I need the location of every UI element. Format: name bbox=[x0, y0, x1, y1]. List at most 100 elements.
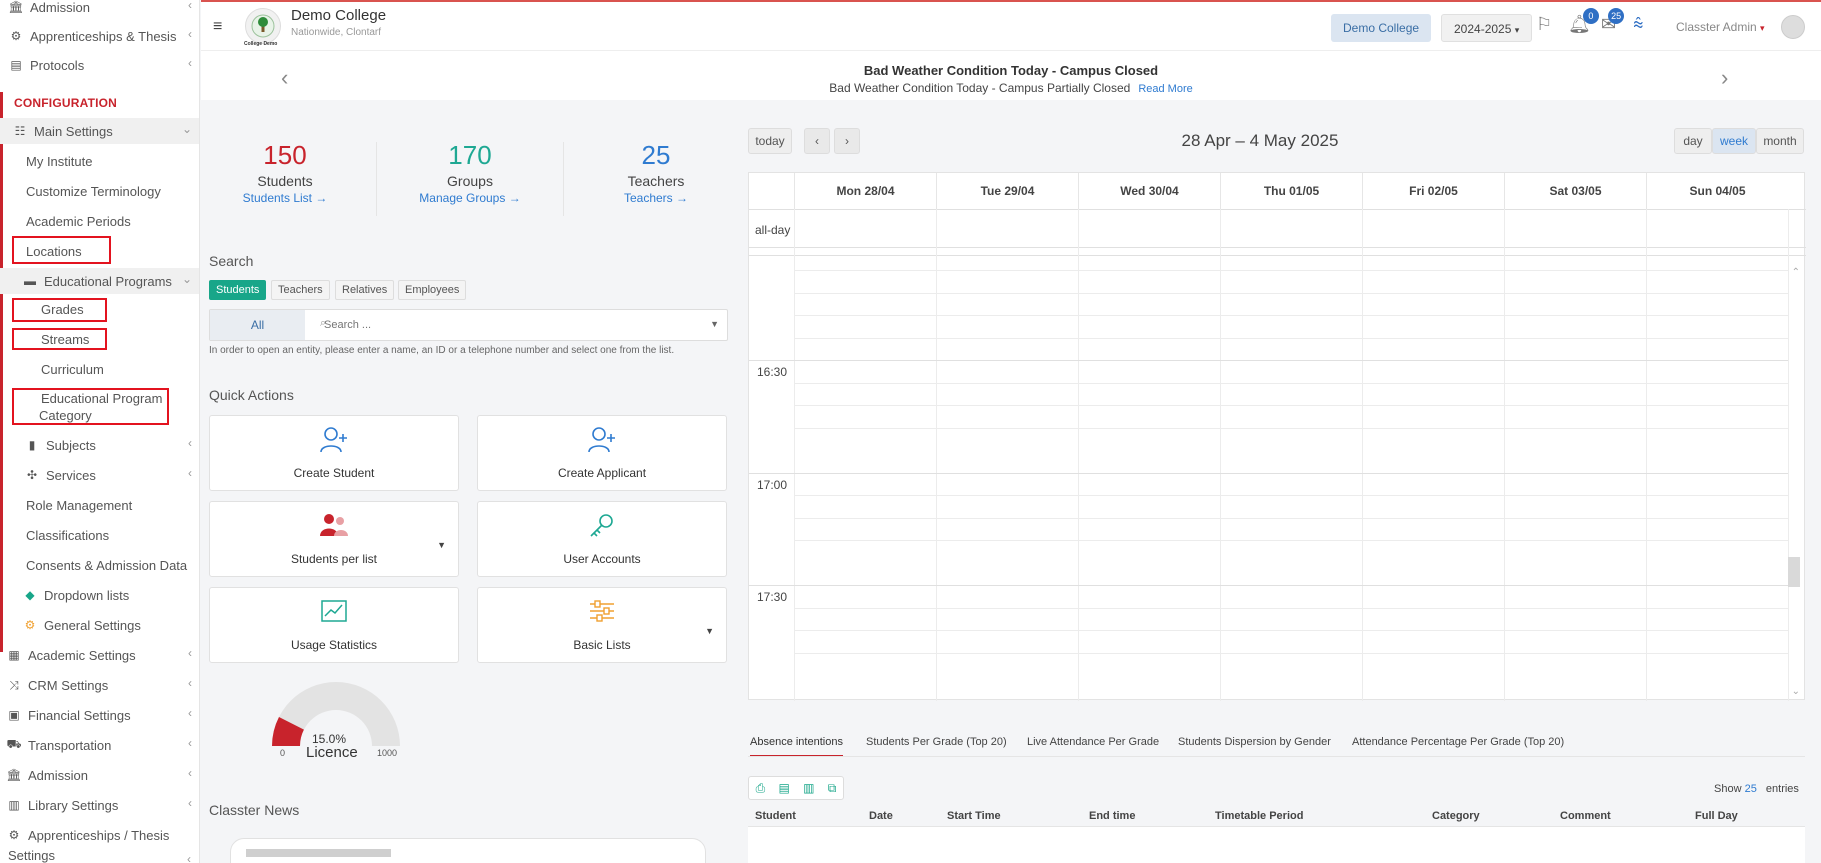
create-applicant-button[interactable]: Create Applicant bbox=[477, 415, 727, 491]
tab-attendance-percentage[interactable]: Attendance Percentage Per Grade (Top 20) bbox=[1352, 736, 1564, 748]
calendar-scrollbar[interactable] bbox=[1788, 557, 1800, 587]
time-label: 17:00 bbox=[757, 478, 788, 492]
tab-students-per-grade[interactable]: Students Per Grade (Top 20) bbox=[866, 736, 1007, 748]
students-per-list-button[interactable]: Students per list ▼ bbox=[209, 501, 459, 577]
excel-icon[interactable]: ▤ bbox=[779, 781, 790, 795]
flag-icon[interactable]: ⚐ bbox=[1536, 14, 1552, 35]
read-more-link[interactable]: Read More bbox=[1138, 83, 1192, 95]
calendar-view-week[interactable]: week bbox=[1712, 128, 1756, 154]
highlight-streams bbox=[12, 328, 107, 350]
sidebar-item-consents-admission[interactable]: Consents & Admission Data bbox=[0, 552, 199, 578]
chevron-right-icon[interactable]: › bbox=[1721, 65, 1728, 91]
table-header-timetable-period[interactable]: Timetable Period bbox=[1215, 810, 1303, 822]
calendar-day-header[interactable]: Mon 28/04 bbox=[794, 173, 936, 209]
user-accounts-button[interactable]: User Accounts bbox=[477, 501, 727, 577]
table-header-full-day[interactable]: Full Day bbox=[1695, 810, 1738, 822]
search-tab-teachers[interactable]: Teachers bbox=[271, 280, 330, 300]
print-icon[interactable]: ⎙ bbox=[756, 781, 766, 796]
user-menu[interactable]: Classter Admin ▾ bbox=[1676, 20, 1765, 34]
caret-down-icon: ▾ bbox=[1760, 23, 1765, 33]
sidebar-item-apprenticeships-thesis[interactable]: ⚙ Apprenticeships & Thesis ‹ bbox=[0, 23, 199, 49]
tab-students-dispersion[interactable]: Students Dispersion by Gender bbox=[1178, 736, 1331, 748]
table-header-start-time[interactable]: Start Time bbox=[947, 810, 1001, 822]
search-tab-students[interactable]: Students bbox=[209, 280, 267, 300]
table-header-category[interactable]: Category bbox=[1432, 810, 1480, 822]
sidebar-item-protocols[interactable]: ▤ Protocols ‹ bbox=[0, 52, 199, 78]
sidebar-item-academic-periods[interactable]: Academic Periods bbox=[0, 208, 199, 234]
sidebar-item-academic-settings[interactable]: ▦ Academic Settings ‹ bbox=[0, 642, 199, 668]
hamburger-menu-icon[interactable]: ≡ bbox=[213, 18, 222, 36]
avatar[interactable] bbox=[1781, 15, 1805, 39]
bell-icon[interactable]: 🔔︎ 0 bbox=[1568, 8, 1599, 35]
sidebar-item-classifications[interactable]: Classifications bbox=[0, 522, 199, 548]
calendar-slot-line bbox=[794, 383, 1788, 384]
calendar-next-button[interactable]: › bbox=[834, 128, 860, 154]
calendar-day-header[interactable]: Fri 02/05 bbox=[1362, 173, 1504, 209]
search-tab-employees[interactable]: Employees bbox=[398, 280, 467, 300]
chevron-left-icon: ‹ bbox=[188, 0, 192, 12]
table-header-student[interactable]: Student bbox=[755, 810, 796, 822]
sidebar-item-customize-terminology[interactable]: Customize Terminology bbox=[0, 178, 199, 204]
table-header-end-time[interactable]: End time bbox=[1089, 810, 1135, 822]
tab-live-attendance[interactable]: Live Attendance Per Grade bbox=[1027, 736, 1159, 748]
calendar-column-line bbox=[1362, 209, 1363, 701]
caret-down-icon[interactable]: ▼ bbox=[710, 319, 719, 329]
college-switch-button[interactable]: Demo College bbox=[1331, 14, 1432, 42]
sidebar-item-services[interactable]: ✣ Services ‹ bbox=[0, 462, 199, 488]
sidebar-item-role-management[interactable]: Role Management bbox=[0, 492, 199, 518]
entries-count-select[interactable]: 25 bbox=[1745, 783, 1757, 795]
sidebar-item-admission[interactable]: 🏛 Admission ‹ bbox=[0, 762, 199, 788]
caret-down-icon[interactable]: ▼ bbox=[437, 540, 446, 550]
sidebar-item-admission-top[interactable]: 🏛 Admission ‹ bbox=[0, 0, 199, 20]
create-student-button[interactable]: Create Student bbox=[209, 415, 459, 491]
calendar-view-day[interactable]: day bbox=[1674, 128, 1712, 154]
news-card[interactable] bbox=[230, 838, 706, 863]
sidebar-item-transportation[interactable]: ⛟ Transportation ‹ bbox=[0, 732, 199, 758]
layers-stack-icon[interactable]: ⩯ bbox=[1633, 14, 1644, 35]
usage-statistics-button[interactable]: Usage Statistics bbox=[209, 587, 459, 663]
teachers-link[interactable]: Teachers → bbox=[576, 191, 736, 205]
sidebar-item-apprenticeships-thesis-settings[interactable]: ⚙ Apprenticeships / Thesis bbox=[0, 822, 199, 848]
sidebar-item-general-settings[interactable]: ⚙ General Settings bbox=[0, 612, 199, 638]
add-user-icon bbox=[320, 427, 347, 453]
calendar-today-button[interactable]: today bbox=[748, 128, 792, 154]
scroll-up-icon[interactable]: ⌃ bbox=[1792, 267, 1800, 278]
copy-icon[interactable]: ⧉ bbox=[828, 781, 837, 796]
scroll-down-icon[interactable]: ⌄ bbox=[1792, 686, 1800, 697]
calendar-day-header[interactable]: Sat 03/05 bbox=[1504, 173, 1646, 209]
basic-lists-button[interactable]: Basic Lists ▼ bbox=[477, 587, 727, 663]
sidebar-item-my-institute[interactable]: My Institute bbox=[0, 148, 199, 174]
highlight-locations bbox=[12, 236, 111, 264]
caret-down-icon[interactable]: ▼ bbox=[705, 626, 714, 636]
sidebar-item-curriculum[interactable]: Curriculum bbox=[0, 356, 199, 382]
table-header-date[interactable]: Date bbox=[869, 810, 893, 822]
bank-icon: 🏛 bbox=[8, 0, 24, 14]
chevron-left-icon: ‹ bbox=[188, 766, 192, 780]
calendar-prev-button[interactable]: ‹ bbox=[804, 128, 830, 154]
search-input[interactable] bbox=[310, 310, 710, 340]
students-list-link[interactable]: Students List → bbox=[205, 191, 365, 205]
search-scope-select[interactable]: All bbox=[210, 310, 305, 340]
notifications-badge: 0 bbox=[1582, 8, 1599, 24]
sidebar-item-educational-programs[interactable]: ▬ Educational Programs ⌄ bbox=[0, 268, 199, 294]
calendar-day-header[interactable]: Thu 01/05 bbox=[1220, 173, 1362, 209]
search-tab-relatives[interactable]: Relatives bbox=[335, 280, 395, 300]
pdf-icon[interactable]: ▥ bbox=[803, 781, 814, 795]
manage-groups-link[interactable]: Manage Groups → bbox=[390, 191, 550, 205]
tab-absence-intentions[interactable]: Absence intentions bbox=[750, 736, 843, 757]
mail-icon[interactable]: ✉ 25 bbox=[1601, 8, 1625, 35]
academic-year-select[interactable]: 2024-2025 ▾ bbox=[1441, 14, 1533, 42]
calendar-view-month[interactable]: month bbox=[1756, 128, 1804, 154]
calendar-column-line bbox=[1646, 209, 1647, 701]
sidebar-item-main-settings[interactable]: ☷ Main Settings ⌄ bbox=[0, 118, 199, 144]
calendar-day-header[interactable]: Wed 30/04 bbox=[1078, 173, 1220, 209]
sidebar-item-dropdown-lists[interactable]: ◆ Dropdown lists bbox=[0, 582, 199, 608]
calendar-day-header[interactable]: Tue 29/04 bbox=[936, 173, 1078, 209]
sidebar-item-crm-settings[interactable]: ⤨ CRM Settings ‹ bbox=[0, 672, 199, 698]
sidebar-item-library-settings[interactable]: ▥ Library Settings ‹ bbox=[0, 792, 199, 818]
table-header-comment[interactable]: Comment bbox=[1560, 810, 1611, 822]
college-logo[interactable] bbox=[245, 8, 281, 44]
sidebar-item-subjects[interactable]: ▮ Subjects ‹ bbox=[0, 432, 199, 458]
calendar-day-header[interactable]: Sun 04/05 bbox=[1646, 173, 1788, 209]
sidebar-item-financial-settings[interactable]: ▣ Financial Settings ‹ bbox=[0, 702, 199, 728]
